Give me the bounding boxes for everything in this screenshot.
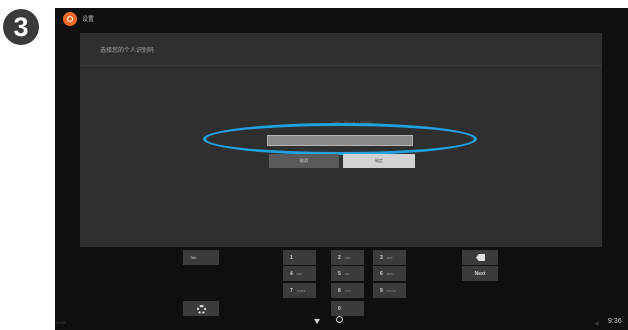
key-7[interactable]: 7 PQRS [283, 283, 316, 298]
navigation-bar: !!!!!!!!! ◂) 9:36 [55, 316, 628, 330]
key-digit: 0 [338, 306, 341, 312]
step-number-badge: 3 [3, 9, 39, 45]
key-3[interactable]: 3 DEF [373, 250, 406, 265]
dialog-title: 选择您的个人识别码 [100, 48, 155, 54]
key-digit: 9 [380, 288, 383, 294]
key-digit: 6 [380, 271, 383, 277]
backspace-icon [476, 254, 485, 261]
backspace-key[interactable] [462, 250, 498, 265]
key-2[interactable]: 2 ABC [331, 250, 364, 265]
key-letters: PQRS [296, 289, 306, 293]
keyboard-settings-key[interactable] [183, 301, 219, 316]
tab-key-label: Tab [190, 255, 197, 260]
back-icon[interactable] [314, 319, 320, 324]
dialog-divider [80, 65, 602, 66]
key-digit: 2 [338, 255, 341, 261]
key-letters: GHI [296, 272, 303, 276]
highlight-ring [203, 123, 477, 155]
key-0[interactable]: 0 [331, 301, 364, 316]
home-icon[interactable] [336, 316, 343, 323]
key-1[interactable]: 1 [283, 250, 316, 265]
key-letters: MNO [386, 272, 394, 276]
gear-icon [197, 305, 206, 314]
volume-icon: ◂) [595, 321, 600, 327]
clock: 9:36 [608, 318, 622, 325]
key-letters: WXYZ [386, 289, 396, 293]
tab-key[interactable]: Tab [183, 250, 219, 265]
cancel-button[interactable]: 取消 [269, 154, 339, 168]
key-digit: 8 [338, 288, 341, 294]
key-4[interactable]: 4 GHI [283, 266, 316, 281]
pin-dialog: 选择您的个人识别码 请确认您的个人识别码 取消 确定 [80, 33, 602, 247]
key-letters: JKL [344, 272, 350, 276]
key-digit: 3 [380, 255, 383, 261]
key-6[interactable]: 6 MNO [373, 266, 406, 281]
key-digit: 1 [290, 255, 293, 261]
key-letters: ABC [344, 256, 351, 260]
nav-left-text: !!!!!!!!! [55, 320, 66, 325]
key-5[interactable]: 5 JKL [331, 266, 364, 281]
key-8[interactable]: 8 TUV [331, 283, 364, 298]
app-title: 设置 [82, 17, 95, 23]
ok-button[interactable]: 确定 [343, 154, 415, 168]
status-bar: 设置 [55, 8, 628, 30]
key-digit: 7 [290, 288, 293, 294]
next-key[interactable]: Next [462, 266, 498, 281]
key-letters: DEF [386, 256, 393, 260]
next-key-label: Next [474, 271, 486, 277]
key-9[interactable]: 9 WXYZ [373, 283, 406, 298]
device-screen: 设置 选择您的个人识别码 请确认您的个人识别码 取消 确定 Tab 1 2 ABC… [55, 8, 628, 330]
settings-gear-icon [63, 12, 77, 26]
key-letters: TUV [344, 289, 351, 293]
key-digit: 4 [290, 271, 293, 277]
key-digit: 5 [338, 271, 341, 277]
